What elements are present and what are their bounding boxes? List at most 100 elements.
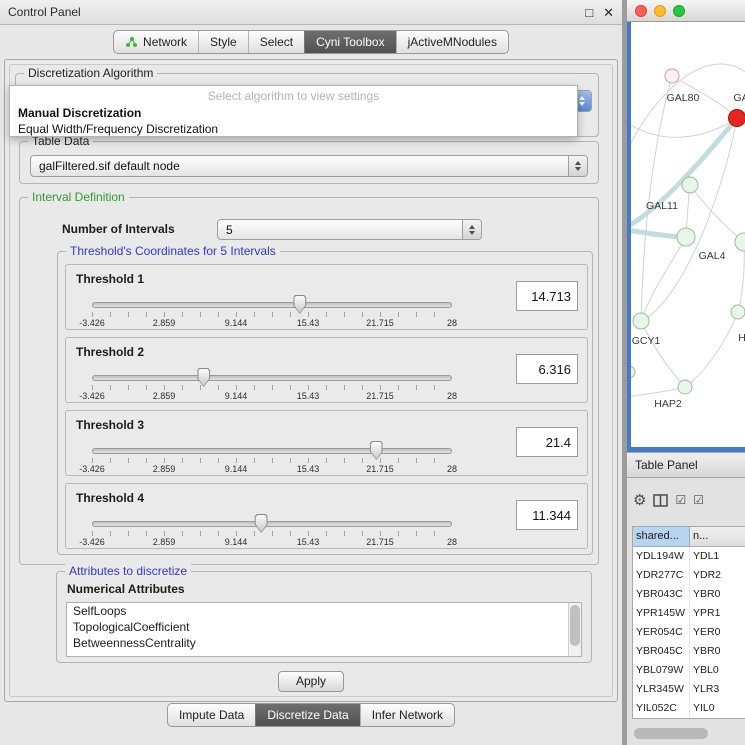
threshold-1-slider[interactable]: -3.426 2.859 9.144 15.43 21.715 28	[92, 302, 452, 332]
tab-discretize-data[interactable]: Discretize Data	[255, 704, 359, 726]
network-node-label: GAL11	[646, 200, 678, 212]
shared-name-cell[interactable]: YLR345W	[633, 680, 690, 699]
float-window-icon[interactable]: □	[585, 0, 593, 25]
network-node[interactable]	[729, 110, 745, 127]
table-panel-header[interactable]: Table Panel	[627, 452, 745, 478]
combo-stepper-icon[interactable]	[568, 156, 587, 176]
network-node[interactable]	[678, 380, 692, 394]
checkbox-icon[interactable]: ☑	[675, 494, 686, 506]
number-of-intervals-select[interactable]: 5	[217, 219, 482, 240]
shared-name-cell[interactable]: YBR043C	[633, 585, 690, 604]
table-panel-toolbar: ⚙ ☑ ☑	[633, 488, 704, 512]
tab-style[interactable]: Style	[198, 31, 248, 53]
table-row[interactable]: YLR345WYLR3	[633, 680, 745, 699]
network-node[interactable]	[677, 228, 695, 246]
name-cell[interactable]: YIL0	[690, 699, 745, 718]
tab-network[interactable]: Network	[114, 31, 198, 53]
name-cell[interactable]: YBR0	[690, 585, 745, 604]
tab-cyni-toolbox[interactable]: Cyni Toolbox	[304, 31, 395, 53]
dropdown-item-equal-width-frequency[interactable]: Equal Width/Frequency Discretization	[10, 121, 577, 137]
threshold-4-slider[interactable]: -3.426 2.859 9.144 15.43 21.715 28	[92, 521, 452, 551]
shared-name-cell[interactable]: YPR145W	[633, 604, 690, 623]
shared-name-cell[interactable]: YBR045C	[633, 642, 690, 661]
network-view[interactable]: GAL80GAGAL11GAL4GCY1HAP2H	[627, 22, 745, 452]
minimize-traffic-light-icon[interactable]	[654, 5, 666, 17]
checkbox-icon[interactable]: ☑	[693, 494, 704, 506]
window-titlebar[interactable]: Control Panel □ ✕	[0, 0, 622, 25]
slider-track[interactable]	[92, 375, 452, 381]
slider-thumb[interactable]	[255, 514, 268, 533]
table-row[interactable]: YBR045CYBR0	[633, 642, 745, 661]
dropdown-item-manual-discretization[interactable]: Manual Discretization	[10, 105, 577, 121]
threshold-1-value-input[interactable]	[516, 281, 578, 311]
table-row[interactable]: YBL079WYBL0	[633, 661, 745, 680]
name-cell[interactable]: YDL1	[690, 547, 745, 566]
threshold-3-value-input[interactable]	[516, 427, 578, 457]
attribute-item[interactable]: SelfLoops	[67, 603, 581, 619]
slider-scale: -3.426 2.859 9.144 15.43 21.715 28	[92, 464, 452, 475]
tab-infer-network[interactable]: Infer Network	[360, 704, 454, 726]
network-node[interactable]	[631, 366, 635, 378]
shared-name-cell[interactable]: YIL052C	[633, 699, 690, 718]
slider-track[interactable]	[92, 448, 452, 454]
slider-track[interactable]	[92, 521, 452, 527]
column-header-shared-name[interactable]: shared...	[633, 527, 690, 547]
slider-track[interactable]	[92, 302, 452, 308]
gear-icon[interactable]: ⚙	[633, 493, 646, 508]
tab-jactivemnodules[interactable]: jActiveMNodules	[396, 31, 508, 53]
threshold-2-panel: Threshold 2 -3.426 2.859 9.144 15.43 21.…	[65, 337, 588, 403]
combo-stepper-icon[interactable]	[462, 220, 481, 239]
threshold-label: Threshold 3	[76, 418, 144, 432]
tab-label: Cyni Toolbox	[316, 35, 384, 49]
vertical-scrollbar[interactable]	[568, 603, 581, 656]
table-data-select[interactable]: galFiltered.sif default node	[30, 155, 588, 177]
slider-thumb[interactable]	[293, 295, 306, 314]
numerical-attributes-list[interactable]: SelfLoopsTopologicalCoefficientBetweenne…	[66, 602, 582, 657]
tab-select[interactable]: Select	[248, 31, 304, 53]
tab-impute-data[interactable]: Impute Data	[168, 704, 255, 726]
name-cell[interactable]: YER0	[690, 623, 745, 642]
threshold-2-value-input[interactable]	[516, 354, 578, 384]
column-header-name[interactable]: n...	[690, 527, 745, 547]
shared-name-cell[interactable]: YDR277C	[633, 566, 690, 585]
shared-name-cell[interactable]: YBL079W	[633, 661, 690, 680]
threshold-label: Threshold 1	[76, 272, 144, 286]
close-traffic-light-icon[interactable]	[635, 5, 647, 17]
name-cell[interactable]: YBR0	[690, 642, 745, 661]
name-cell[interactable]: YBL0	[690, 661, 745, 680]
table-row[interactable]: YDR277CYDR2	[633, 566, 745, 585]
scale-tick-label: 15.43	[297, 464, 320, 474]
network-canvas[interactable]: GAL80GAGAL11GAL4GCY1HAP2H	[631, 22, 745, 447]
network-node[interactable]	[633, 313, 649, 329]
table-row[interactable]: YPR145WYPR1	[633, 604, 745, 623]
name-cell[interactable]: YDR2	[690, 566, 745, 585]
zoom-traffic-light-icon[interactable]	[673, 5, 685, 17]
table-row[interactable]: YER054CYER0	[633, 623, 745, 642]
name-cell[interactable]: YPR1	[690, 604, 745, 623]
window-title: Control Panel	[8, 5, 81, 19]
table-row[interactable]: YIL052CYIL0	[633, 699, 745, 718]
table-row[interactable]: YDL194WYDL1	[633, 547, 745, 566]
network-node[interactable]	[665, 69, 679, 83]
group-title: Attributes to discretize	[65, 564, 191, 578]
horizontal-scrollbar[interactable]	[632, 727, 741, 740]
table-row[interactable]: YBR043CYBR0	[633, 585, 745, 604]
attribute-item[interactable]: BetweennessCentrality	[67, 635, 581, 651]
shared-name-cell[interactable]: YDL194W	[633, 547, 690, 566]
columns-icon[interactable]	[653, 494, 668, 507]
shared-name-cell[interactable]: YER054C	[633, 623, 690, 642]
mac-titlebar[interactable]	[627, 0, 745, 22]
slider-thumb[interactable]	[370, 441, 383, 460]
scrollbar-thumb[interactable]	[634, 728, 708, 739]
threshold-3-slider[interactable]: -3.426 2.859 9.144 15.43 21.715 28	[92, 448, 452, 478]
apply-button[interactable]: Apply	[278, 671, 344, 692]
attribute-item[interactable]: TopologicalCoefficient	[67, 619, 581, 635]
network-node[interactable]	[682, 177, 698, 193]
threshold-4-value-input[interactable]	[516, 500, 578, 530]
scrollbar-thumb[interactable]	[570, 605, 580, 646]
threshold-2-slider[interactable]: -3.426 2.859 9.144 15.43 21.715 28	[92, 375, 452, 405]
slider-thumb[interactable]	[197, 368, 210, 387]
close-window-icon[interactable]: ✕	[603, 0, 614, 25]
name-cell[interactable]: YLR3	[690, 680, 745, 699]
network-node[interactable]	[731, 305, 745, 319]
